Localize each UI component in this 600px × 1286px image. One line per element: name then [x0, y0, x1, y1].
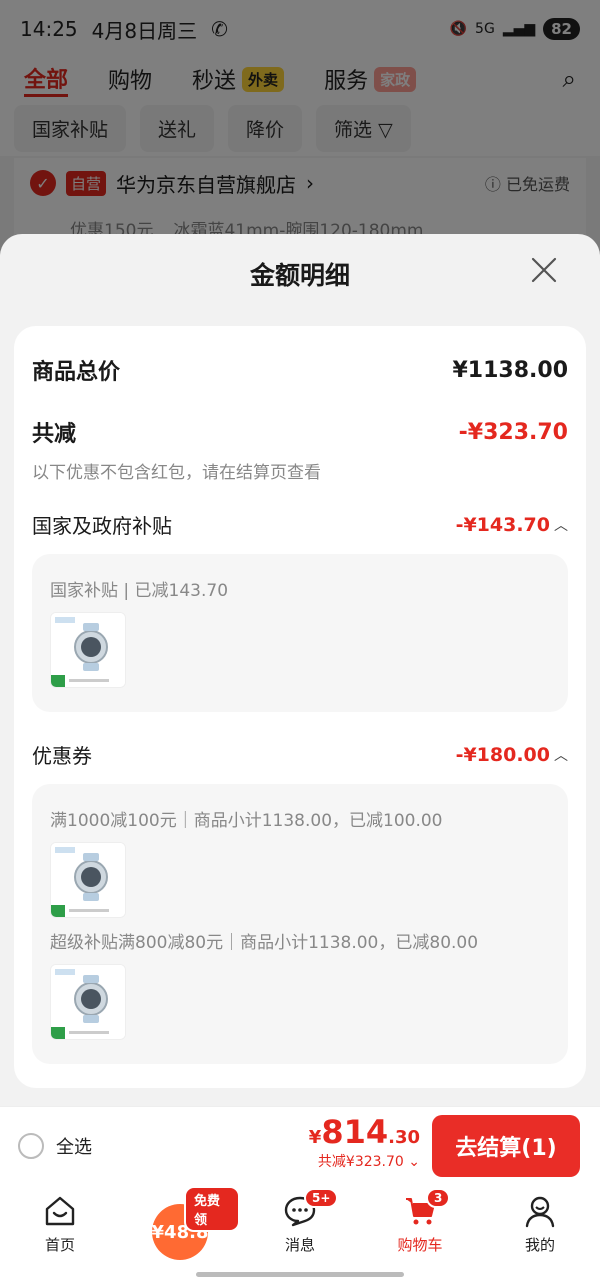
discount-note: 以下优惠不包含红包，请在结算页查看: [32, 463, 321, 483]
sheet-title: 金额明细: [249, 261, 350, 290]
select-all-label: 全选: [56, 1137, 92, 1158]
tab-messages[interactable]: 5+ 消息: [240, 1184, 360, 1286]
chevron-up-icon[interactable]: ︿: [554, 515, 568, 535]
coupon-section-header[interactable]: 优惠券 -¥180.00 ︿: [32, 740, 568, 769]
product-thumbnail: [50, 612, 126, 688]
total-value: ¥1138.00: [452, 357, 568, 383]
discount-label: 共减: [32, 422, 77, 447]
product-thumbnail: [50, 964, 126, 1040]
tab-cart[interactable]: 3 购物车: [360, 1184, 480, 1286]
amount-detail-sheet: 金额明细 商品总价 ¥1138.00 共减 -¥323.70 以下优惠不包含红包…: [0, 234, 600, 1186]
saved-amount: 共减¥323.70 ⌄: [317, 1154, 420, 1170]
subsidy-section-header[interactable]: 国家及政府补贴 -¥143.70 ︿: [32, 510, 568, 539]
subsidy-label: 国家及政府补贴: [32, 514, 172, 538]
select-all-toggle[interactable]: 全选: [18, 1133, 92, 1159]
profile-icon: [525, 1196, 555, 1228]
coupon-detail-text: 超级补贴满800减80元｜商品小计1138.00，已减80.00: [50, 933, 479, 953]
checkout-button[interactable]: 去结算(1): [432, 1115, 580, 1177]
total-price: ¥814.30: [308, 1113, 420, 1151]
total-row: 商品总价 ¥1138.00: [32, 354, 568, 386]
coupon-label: 优惠券: [32, 744, 92, 768]
subsidy-detail-box: 国家补贴 | 已减143.70: [32, 554, 568, 712]
tab-coupon[interactable]: 免费领 ¥48.8: [120, 1184, 240, 1286]
detail-card: 商品总价 ¥1138.00 共减 -¥323.70 以下优惠不包含红包，请在结算…: [14, 326, 586, 1088]
tab-home[interactable]: 首页: [0, 1184, 120, 1286]
cart-badge: 3: [426, 1188, 451, 1208]
total-label: 商品总价: [32, 360, 121, 385]
discount-value: -¥323.70: [458, 419, 568, 445]
chevron-down-icon: ⌄: [408, 1154, 420, 1170]
coupon-detail-box: 满1000减100元｜商品小计1138.00，已减100.00 超级补贴满800…: [32, 784, 568, 1064]
discount-row: 共减 -¥323.70: [32, 416, 568, 448]
coupon-value: -¥180.00 ︿: [455, 743, 568, 766]
free-claim-badge: 免费领: [184, 1186, 240, 1232]
close-icon[interactable]: [528, 254, 560, 286]
checkout-bar: 全选 ¥814.30 共减¥323.70 ⌄ 去结算(1): [0, 1106, 600, 1184]
select-all-radio[interactable]: [18, 1133, 44, 1159]
chevron-up-icon[interactable]: ︿: [554, 745, 568, 765]
home-icon: [45, 1196, 75, 1226]
product-thumbnail: [50, 842, 126, 918]
message-badge: 5+: [304, 1188, 339, 1208]
subsidy-detail-text: 国家补贴 | 已减143.70: [50, 581, 229, 601]
subsidy-value: -¥143.70 ︿: [455, 513, 568, 536]
total-price-block[interactable]: ¥814.30 共减¥323.70 ⌄: [309, 1113, 420, 1171]
coupon-detail-text: 满1000减100元｜商品小计1138.00，已减100.00: [50, 811, 443, 831]
home-indicator: [196, 1272, 404, 1277]
tab-profile[interactable]: 我的: [480, 1184, 600, 1286]
bottom-tab-bar: 首页 免费领 ¥48.8 5+ 消息 3 购物车 我的: [0, 1184, 600, 1286]
